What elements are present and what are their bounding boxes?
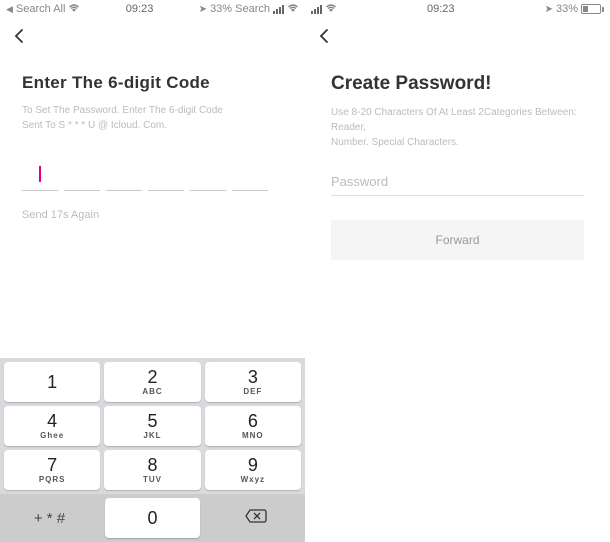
location-icon: ➤ [199,4,207,15]
code-digit-6[interactable] [232,157,268,191]
code-digit-4[interactable] [148,157,184,191]
key-6[interactable]: 6MNO [205,406,301,446]
forward-button[interactable]: Forward [331,220,584,260]
key-5[interactable]: 5JKL [104,406,200,446]
back-button[interactable] [0,18,305,55]
battery-pct-search: 33% Search [210,3,270,15]
key-8[interactable]: 8TUV [104,450,200,490]
screen-create-password: 09:23 ➤ 33% Create Password! Use 8-20 Ch… [305,0,610,542]
screen-enter-code: ◀ Search All 09:23 ➤ 33% Search Enter Th… [0,0,305,542]
wifi-icon [68,2,80,16]
code-digit-2[interactable] [64,157,100,191]
password-placeholder: Password [331,174,584,189]
subtitle-line2: Sent To S * * * U @ Icloud. Com. [22,118,283,133]
status-bar: ◀ Search All 09:23 ➤ 33% Search [0,0,305,18]
location-icon: ➤ [545,4,553,15]
key-0[interactable]: 0 [105,498,200,538]
page-title: Enter The 6-digit Code [22,73,283,93]
code-digit-3[interactable] [106,157,142,191]
code-digit-5[interactable] [190,157,226,191]
code-input-row [22,157,283,191]
wifi-icon [287,2,299,16]
key-backspace[interactable] [208,498,303,538]
status-left [311,2,337,16]
key-7[interactable]: 7PQRS [4,450,100,490]
status-app-name: Search All [16,3,66,15]
key-2[interactable]: 2ABC [104,362,200,402]
key-3[interactable]: 3DEF [205,362,301,402]
status-bar: 09:23 ➤ 33% [305,0,610,18]
signal-icon [273,5,284,14]
status-right: ➤ 33% Search [199,2,299,16]
subtitle-line2: Number. Special Characters. [331,135,584,150]
code-digit-1[interactable] [22,157,58,191]
key-symbols[interactable]: + * # [2,498,97,538]
key-4[interactable]: 4Ghee [4,406,100,446]
backspace-icon [244,508,268,529]
resend-link[interactable]: Send 17s Again [22,209,283,221]
subtitle-line1: To Set The Password. Enter The 6-digit C… [22,103,283,118]
status-left: ◀ Search All [6,2,80,16]
wifi-icon [325,2,337,16]
signal-icon [311,5,322,14]
key-1[interactable]: 1 [4,362,100,402]
password-input[interactable]: Password [331,174,584,196]
subtitle-line1: Use 8-20 Characters Of At Least 2Categor… [331,105,584,135]
back-triangle-icon: ◀ [6,4,13,15]
cursor-icon [39,166,41,182]
key-9[interactable]: 9Wxyz [205,450,301,490]
status-right: ➤ 33% [545,3,604,15]
content-area: Create Password! Use 8-20 Characters Of … [305,55,610,260]
content-area: Enter The 6-digit Code To Set The Passwo… [0,55,305,221]
forward-button-label: Forward [435,233,479,247]
status-time: 09:23 [126,3,154,15]
battery-icon [581,4,604,14]
back-button[interactable] [305,18,610,55]
battery-pct: 33% [556,3,578,15]
status-time: 09:23 [427,3,455,15]
numeric-keypad: 1 2ABC 3DEF 4Ghee 5JKL 6MNO 7PQRS 8TUV 9… [0,358,305,542]
page-title: Create Password! [331,73,584,95]
